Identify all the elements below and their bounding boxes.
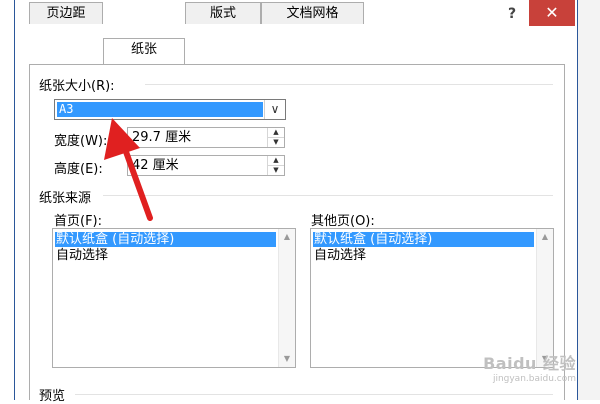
tab-paper[interactable]: 纸张 bbox=[103, 38, 185, 64]
arrow-head bbox=[104, 118, 140, 160]
watermark-url: jingyan.baidu.com bbox=[492, 374, 576, 384]
baidu-watermark: Baidu 经验 jingyan.baidu.com bbox=[483, 350, 576, 384]
red-arrow-annotation bbox=[104, 118, 153, 221]
watermark-logo: Baidu 经验 bbox=[483, 354, 576, 373]
